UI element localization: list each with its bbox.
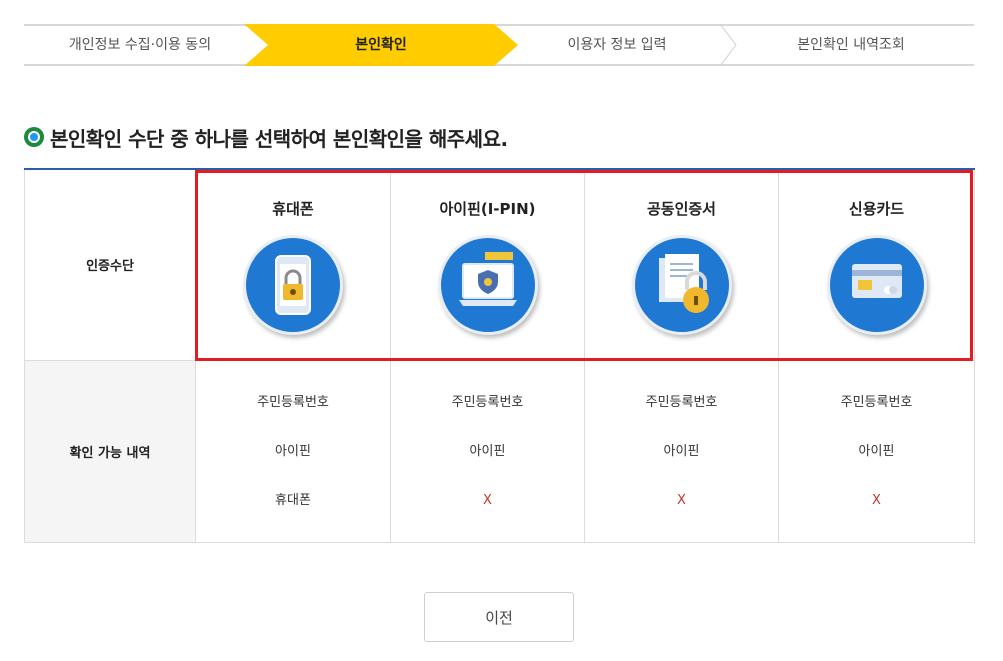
method-cell-credit-card[interactable]: 신용카드 [778, 168, 975, 361]
availability-item: 주민등록번호 [645, 394, 718, 410]
step-identity-verification: 본인확인 [355, 37, 407, 53]
bullet-icon [24, 127, 44, 147]
step-user-info: 이용자 정보 입력 [567, 37, 667, 53]
availability-item: 아이핀 [663, 443, 700, 459]
availability-item: 휴대폰 [275, 492, 311, 508]
credit-card-icon[interactable] [826, 235, 927, 336]
availability-item: 아이핀 [858, 443, 895, 459]
ipin-laptop-icon[interactable] [437, 235, 538, 336]
section-heading: 본인확인 수단 중 하나를 선택하여 본인확인을 해주세요. [24, 124, 508, 151]
method-cell-ipin[interactable]: 아이핀(I-PIN) [390, 168, 585, 361]
method-name: 공동인증서 [646, 200, 716, 219]
availability-item-unavailable: X [483, 492, 492, 508]
availability-item: 아이핀 [275, 443, 311, 459]
method-cell-certificate[interactable]: 공동인증서 [584, 168, 779, 361]
availability-cell-credit-card: 주민등록번호 아이핀 X [778, 359, 975, 543]
availability-item-unavailable: X [677, 492, 686, 508]
prev-button[interactable]: 이전 [424, 592, 574, 642]
availability-item: 주민등록번호 [840, 394, 913, 410]
step-consent: 개인정보 수집·이용 동의 [68, 37, 212, 53]
step-progress-bar: 개인정보 수집·이용 동의 본인확인 이용자 정보 입력 본인확인 내역조회 [24, 24, 974, 66]
availability-item: 아이핀 [469, 443, 506, 459]
auth-method-row: 인증수단 휴대폰 아이핀(I-PIN) 공동인증서 신용카드 [24, 168, 975, 361]
availability-item: 주민등록번호 [257, 394, 329, 410]
availability-row: 확인 가능 내역 주민등록번호 아이핀 휴대폰 주민등록번호 아이핀 X 주민등… [24, 359, 975, 543]
availability-item-unavailable: X [872, 492, 881, 508]
auth-method-table: 인증수단 휴대폰 아이핀(I-PIN) 공동인증서 신용카드 확인 가능 내역 … [24, 168, 975, 543]
row-header-method: 인증수단 [24, 168, 196, 361]
method-name: 신용카드 [848, 200, 905, 219]
availability-cell-ipin: 주민등록번호 아이핀 X [390, 359, 585, 543]
phone-lock-icon[interactable] [243, 235, 343, 336]
page-title: 본인확인 수단 중 하나를 선택하여 본인확인을 해주세요. [50, 126, 508, 151]
method-cell-phone[interactable]: 휴대폰 [195, 168, 391, 361]
availability-item: 주민등록번호 [451, 394, 524, 410]
availability-cell-certificate: 주민등록번호 아이핀 X [584, 359, 779, 543]
method-name: 휴대폰 [272, 200, 314, 219]
step-verification-history: 본인확인 내역조회 [797, 37, 905, 53]
availability-cell-phone: 주민등록번호 아이핀 휴대폰 [195, 359, 391, 543]
certificate-lock-icon[interactable] [631, 235, 732, 336]
method-name: 아이핀(I-PIN) [439, 200, 536, 219]
row-header-availability: 확인 가능 내역 [24, 359, 196, 543]
